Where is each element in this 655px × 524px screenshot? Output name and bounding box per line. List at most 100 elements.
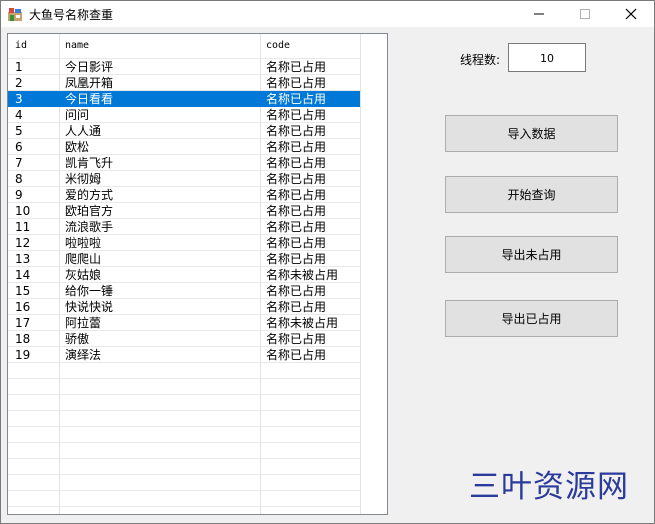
table-row[interactable]: 17 阿拉蕾 名称未被占用 <box>8 315 360 331</box>
cell-name: 凤凰开箱 <box>65 76 114 90</box>
cell-code: 名称已占用 <box>266 172 327 186</box>
table-row[interactable]: 19 演绎法 名称已占用 <box>8 347 360 363</box>
cell-code: 名称已占用 <box>266 204 327 218</box>
watermark-text: 三叶资源网 <box>469 469 629 505</box>
table-row[interactable]: 13 爬爬山 名称已占用 <box>8 251 360 267</box>
row-separator <box>8 442 360 443</box>
cell-id: 7 <box>15 156 23 170</box>
cell-name: 凯肯飞升 <box>65 156 114 170</box>
cell-id: 1 <box>15 60 23 74</box>
table-row[interactable]: 16 快说快说 名称已占用 <box>8 299 360 315</box>
title-bar[interactable]: 大鱼号名称查重 <box>1 1 654 27</box>
export-used-button[interactable]: 导出已占用 <box>445 300 618 337</box>
window-title: 大鱼号名称查重 <box>29 8 114 22</box>
cell-code: 名称已占用 <box>266 76 327 90</box>
thread-count-input[interactable]: 10 <box>508 43 586 72</box>
table-row[interactable]: 6 欧松 名称已占用 <box>8 139 360 155</box>
cell-name: 爱的方式 <box>65 188 114 202</box>
cell-name: 流浪歌手 <box>65 220 114 234</box>
cell-id: 3 <box>15 92 23 106</box>
table-row[interactable]: 14 灰姑娘 名称未被占用 <box>8 267 360 283</box>
export-unused-button[interactable]: 导出未占用 <box>445 236 618 273</box>
cell-code: 名称已占用 <box>266 284 327 298</box>
cell-name: 给你一锤 <box>65 284 114 298</box>
row-separator <box>8 490 360 491</box>
cell-id: 9 <box>15 188 23 202</box>
table-row[interactable]: 7 凯肯飞升 名称已占用 <box>8 155 360 171</box>
thread-count-label: 线程数: <box>460 53 501 67</box>
column-separator <box>360 34 361 514</box>
cell-name: 欧松 <box>65 140 90 154</box>
table-row[interactable]: 1 今日影评 名称已占用 <box>8 59 360 75</box>
cell-code: 名称已占用 <box>266 156 327 170</box>
row-separator <box>8 474 360 475</box>
cell-name: 爬爬山 <box>65 252 102 266</box>
table-row[interactable]: 9 爱的方式 名称已占用 <box>8 187 360 203</box>
cell-code: 名称已占用 <box>266 348 327 362</box>
row-separator <box>8 426 360 427</box>
cell-code: 名称已占用 <box>266 300 327 314</box>
cell-id: 8 <box>15 172 23 186</box>
column-header-name[interactable]: name <box>65 38 257 54</box>
table-row[interactable]: 2 凤凰开箱 名称已占用 <box>8 75 360 91</box>
column-header-code[interactable]: code <box>266 38 360 54</box>
cell-id: 6 <box>15 140 23 154</box>
close-button[interactable] <box>608 1 654 27</box>
cell-code: 名称已占用 <box>266 60 327 74</box>
cell-name: 米彻姆 <box>65 172 102 186</box>
cell-code: 名称已占用 <box>266 252 327 266</box>
maximize-button[interactable] <box>562 1 608 27</box>
cell-id: 18 <box>15 332 31 346</box>
table-row[interactable]: 12 啦啦啦 名称已占用 <box>8 235 360 251</box>
cell-name: 快说快说 <box>65 300 114 314</box>
cell-id: 14 <box>15 268 31 282</box>
cell-code: 名称已占用 <box>266 124 327 138</box>
table-row[interactable]: 15 给你一锤 名称已占用 <box>8 283 360 299</box>
table-row[interactable]: 10 欧珀官方 名称已占用 <box>8 203 360 219</box>
row-separator <box>8 506 360 507</box>
cell-code: 名称已占用 <box>266 236 327 250</box>
cell-id: 5 <box>15 124 23 138</box>
column-header-id[interactable]: id <box>15 38 55 54</box>
cell-name: 阿拉蕾 <box>65 316 102 330</box>
minimize-button[interactable] <box>516 1 562 27</box>
cell-id: 12 <box>15 236 31 250</box>
cell-id: 10 <box>15 204 31 218</box>
cell-id: 16 <box>15 300 31 314</box>
cell-code: 名称已占用 <box>266 108 327 122</box>
grid-header: id name code <box>8 38 360 54</box>
cell-name: 灰姑娘 <box>65 268 102 282</box>
cell-id: 11 <box>15 220 31 234</box>
results-grid[interactable]: id name code 1 今日影评 名称已占用 2 凤凰开箱 名称已占用 3 今日看看 名称… <box>7 33 388 515</box>
row-separator <box>8 394 360 395</box>
table-row[interactable]: 5 人人通 名称已占用 <box>8 123 360 139</box>
cell-code: 名称未被占用 <box>266 268 339 282</box>
table-row[interactable]: 8 米彻姆 名称已占用 <box>8 171 360 187</box>
cell-code: 名称已占用 <box>266 188 327 202</box>
cell-code: 名称已占用 <box>266 140 327 154</box>
cell-name: 啦啦啦 <box>65 236 102 250</box>
table-row[interactable]: 3 今日看看 名称已占用 <box>8 91 360 107</box>
cell-id: 13 <box>15 252 31 266</box>
table-row[interactable]: 11 流浪歌手 名称已占用 <box>8 219 360 235</box>
row-separator <box>8 378 360 379</box>
row-separator <box>8 410 360 411</box>
cell-name: 演绎法 <box>65 348 102 362</box>
cell-name: 欧珀官方 <box>65 204 114 218</box>
cell-code: 名称已占用 <box>266 92 327 106</box>
start-query-button[interactable]: 开始查询 <box>445 176 618 213</box>
cell-code: 名称已占用 <box>266 220 327 234</box>
table-row[interactable]: 4 问问 名称已占用 <box>8 107 360 123</box>
table-row[interactable]: 18 骄傲 名称已占用 <box>8 331 360 347</box>
import-data-button[interactable]: 导入数据 <box>445 115 618 152</box>
cell-name: 今日影评 <box>65 60 114 74</box>
cell-code: 名称已占用 <box>266 332 327 346</box>
app-icon <box>7 6 23 22</box>
cell-id: 2 <box>15 76 23 90</box>
app-window: 大鱼号名称查重 id name code 1 今日影评 名称已占用 2 凤凰开箱 名称已占… <box>0 0 655 524</box>
cell-name: 人人通 <box>65 124 102 138</box>
cell-code: 名称未被占用 <box>266 316 339 330</box>
cell-id: 4 <box>15 108 23 122</box>
cell-name: 今日看看 <box>65 92 114 106</box>
cell-name: 问问 <box>65 108 90 122</box>
